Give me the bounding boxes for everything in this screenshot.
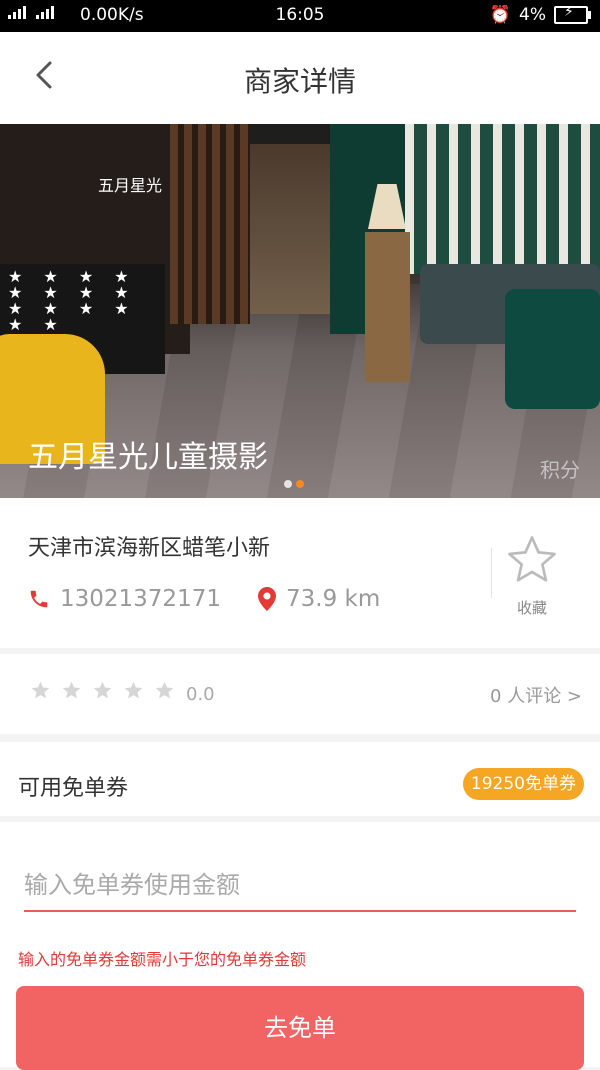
merchant-distance: 73.9 km [258, 586, 380, 612]
merchant-banner-carousel[interactable]: ★ ★ ★ ★ ★ ★ ★ ★ ★ ★ ★ ★ ★ ★ 五月星光 五月星光儿童摄… [0, 124, 600, 498]
favorite-label: 收藏 [516, 599, 547, 617]
voucher-label: 可用免单券 [18, 776, 129, 801]
carousel-dot-active[interactable] [296, 480, 304, 488]
banner-shop-name: 五月星光儿童摄影 [28, 440, 268, 475]
app-header: 商家详情 [0, 32, 600, 124]
star-icon [155, 681, 174, 699]
reviews-link[interactable]: 0 人评论 > [490, 682, 582, 708]
location-pin-icon [258, 587, 276, 611]
page-title: 商家详情 [243, 65, 356, 98]
star-icon [62, 681, 81, 699]
merchant-phone[interactable]: 13021372171 [28, 586, 221, 612]
favorite-button[interactable]: 收藏 [500, 533, 564, 618]
banner-watermark: 积分 [540, 458, 580, 482]
voucher-amount-input[interactable] [24, 860, 576, 912]
phone-icon [30, 590, 48, 608]
star-outline-icon [508, 536, 556, 582]
alarm-icon: ⏰ [489, 5, 512, 25]
divider [491, 548, 492, 598]
star-icon [31, 681, 50, 699]
battery-icon: ⚡ [554, 4, 591, 24]
voucher-row: 可用免单券 19250免单券 [0, 742, 600, 816]
merchant-address: 天津市滨海新区蜡笔小新 [28, 536, 271, 561]
star-wall-decoration: ★ ★ ★ ★ ★ ★ ★ ★ ★ ★ ★ ★ ★ ★ [8, 267, 137, 334]
status-bar: 0.00K/s 16:05 ⏰ 4% ⚡ [0, 0, 600, 32]
rating-row[interactable]: 0.0 0 人评论 > [0, 654, 600, 734]
carousel-indicator [284, 480, 304, 488]
carousel-dot[interactable] [284, 480, 292, 488]
distance-value: 73.9 km [286, 586, 381, 612]
voucher-balance-badge: 19250免单券 [462, 768, 584, 800]
merchant-info-card: 天津市滨海新区蜡笔小新 13021372171 73.9 km 收藏 [0, 498, 600, 648]
rating-score: 0.0 [186, 684, 215, 705]
star-icon [124, 681, 143, 699]
rating-stars [30, 680, 175, 701]
redeem-form: 输入的免单券金额需小于您的免单券金额 去免单 [0, 822, 600, 1070]
store-sign: 五月星光 [98, 176, 163, 195]
star-icon [93, 681, 112, 699]
phone-number: 13021372171 [60, 586, 221, 612]
error-message: 输入的免单券金额需小于您的免单券金额 [18, 950, 307, 969]
battery-percent: 4% [519, 5, 546, 25]
redeem-button[interactable]: 去免单 [16, 986, 584, 1070]
